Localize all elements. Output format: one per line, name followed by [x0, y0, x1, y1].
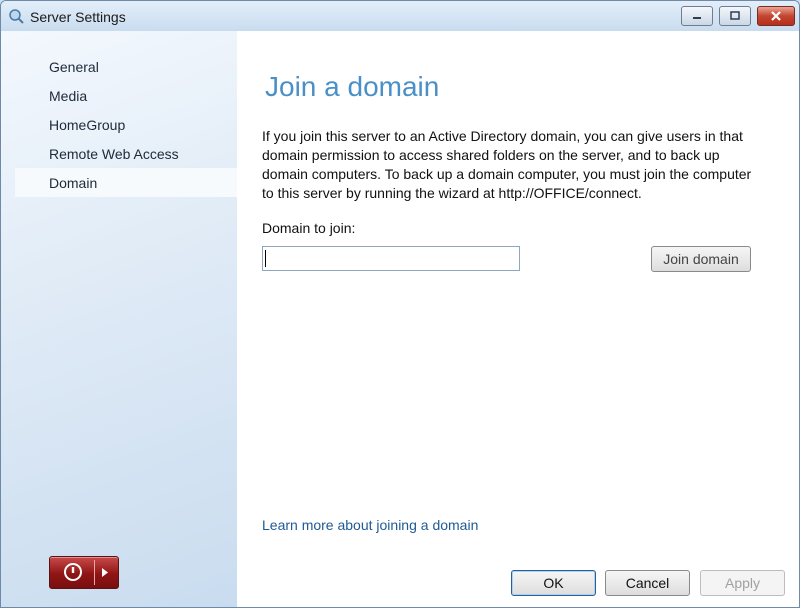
power-button-divider: [94, 560, 95, 585]
maximize-button[interactable]: [719, 6, 751, 26]
window-title: Server Settings: [30, 9, 126, 25]
title-bar[interactable]: Server Settings: [1, 1, 799, 31]
search-gear-icon: [9, 9, 24, 24]
learn-more-link[interactable]: Learn more about joining a domain: [262, 517, 478, 533]
domain-field-label: Domain to join:: [262, 220, 356, 236]
page-title: Join a domain: [265, 71, 440, 102]
close-button[interactable]: [757, 6, 795, 26]
sidebar-item-domain[interactable]: Domain: [49, 175, 97, 191]
power-icon: [64, 563, 82, 581]
text-caret: [265, 250, 266, 267]
maximize-icon: [730, 11, 740, 20]
apply-button[interactable]: Apply: [700, 570, 785, 596]
cancel-button[interactable]: Cancel: [605, 570, 690, 596]
domain-input[interactable]: [262, 246, 520, 271]
minimize-button[interactable]: [681, 6, 713, 26]
main-content: Join a domain If you join this server to…: [237, 31, 799, 607]
ok-button[interactable]: OK: [511, 570, 596, 596]
shutdown-button[interactable]: [49, 556, 119, 589]
play-arrow-icon[interactable]: [100, 567, 110, 578]
minimize-icon: [693, 17, 701, 19]
join-domain-button[interactable]: Join domain: [651, 246, 751, 272]
sidebar-item-general[interactable]: General: [49, 59, 99, 75]
close-icon: [771, 11, 781, 21]
sidebar-item-homegroup[interactable]: HomeGroup: [49, 117, 125, 133]
server-settings-window: Server Settings General Media HomeGroup …: [0, 0, 800, 608]
description-text: If you join this server to an Active Dir…: [262, 128, 752, 201]
sidebar-item-remote-web-access[interactable]: Remote Web Access: [49, 146, 179, 162]
sidebar-item-media[interactable]: Media: [49, 88, 87, 104]
sidebar: General Media HomeGroup Remote Web Acces…: [1, 31, 237, 607]
